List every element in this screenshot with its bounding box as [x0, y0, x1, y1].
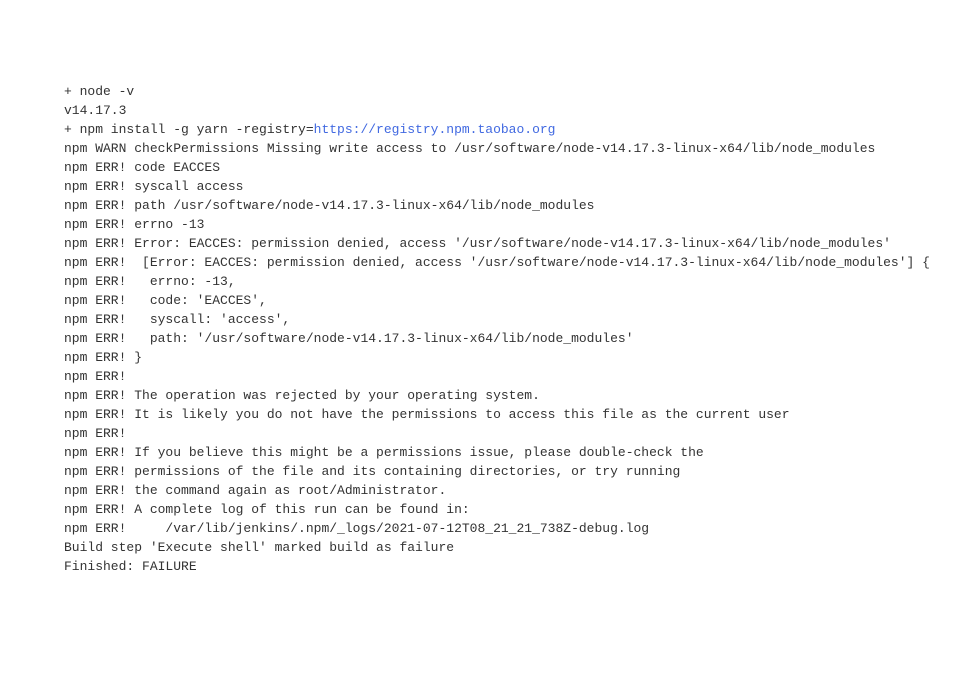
console-line: npm ERR! syscall access	[64, 177, 957, 196]
console-line: npm ERR! [Error: EACCES: permission deni…	[64, 253, 957, 272]
console-line: npm ERR! code EACCES	[64, 158, 957, 177]
console-line: npm ERR!	[64, 424, 957, 443]
console-line: npm ERR! path: '/usr/software/node-v14.1…	[64, 329, 957, 348]
registry-url[interactable]: https://registry.npm.taobao.org	[314, 122, 556, 137]
console-line: npm ERR! }	[64, 348, 957, 367]
console-line: npm ERR! errno: -13,	[64, 272, 957, 291]
console-line: npm ERR! /var/lib/jenkins/.npm/_logs/202…	[64, 519, 957, 538]
console-line: npm ERR! path /usr/software/node-v14.17.…	[64, 196, 957, 215]
console-line: npm ERR! A complete log of this run can …	[64, 500, 957, 519]
console-line: Build step 'Execute shell' marked build …	[64, 538, 957, 557]
console-line: npm ERR!	[64, 367, 957, 386]
console-line: v14.17.3	[64, 101, 957, 120]
console-line: + npm install -g yarn -registry=https://…	[64, 120, 957, 139]
console-line: Finished: FAILURE	[64, 557, 957, 576]
console-line: + node -v	[64, 82, 957, 101]
console-line: npm ERR! permissions of the file and its…	[64, 462, 957, 481]
console-line: npm ERR! The operation was rejected by y…	[64, 386, 957, 405]
console-line: npm ERR! If you believe this might be a …	[64, 443, 957, 462]
console-output: + node -vv14.17.3+ npm install -g yarn -…	[64, 82, 957, 576]
console-line: npm ERR! code: 'EACCES',	[64, 291, 957, 310]
console-line: npm ERR! errno -13	[64, 215, 957, 234]
console-line: npm WARN checkPermissions Missing write …	[64, 139, 957, 158]
console-line: npm ERR! syscall: 'access',	[64, 310, 957, 329]
console-line: npm ERR! It is likely you do not have th…	[64, 405, 957, 424]
console-line: npm ERR! Error: EACCES: permission denie…	[64, 234, 957, 253]
console-line: npm ERR! the command again as root/Admin…	[64, 481, 957, 500]
